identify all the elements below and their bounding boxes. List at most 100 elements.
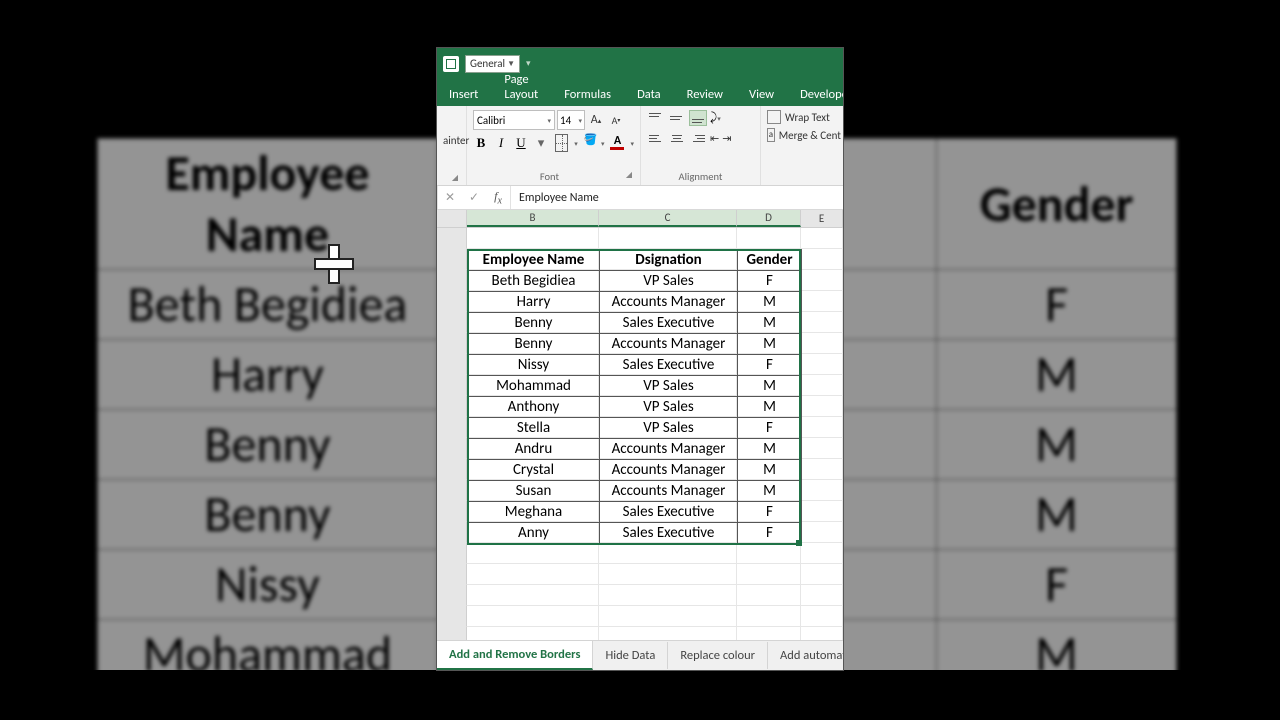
align-left-button[interactable] [647,130,665,146]
cell-designation[interactable]: Accounts Manager [600,481,738,502]
fill-color-button[interactable] [584,135,595,151]
sheet-tab-hide-data[interactable]: Hide Data [593,642,668,669]
cell-gender[interactable]: M [738,481,802,502]
table-row[interactable]: CrystalAccounts ManagerM [468,460,802,481]
cell-designation[interactable]: VP Sales [600,271,738,292]
tab-review[interactable]: Review [681,83,729,106]
cell-gender[interactable]: F [738,523,802,544]
table-row[interactable]: StellaVP SalesF [468,418,802,439]
cell-name[interactable]: Nissy [468,355,600,376]
sheet-tab-replace-colour[interactable]: Replace colour [668,642,768,669]
borders-button[interactable] [555,134,568,152]
cell-name[interactable]: Anny [468,523,600,544]
formula-bar-input[interactable]: Employee Name [511,191,599,205]
tab-data[interactable]: Data [631,83,667,106]
table-row[interactable]: AndruAccounts ManagerM [468,439,802,460]
table-row[interactable]: HarryAccounts ManagerM [468,292,802,313]
insert-function-button[interactable]: fx [486,189,510,206]
cell-designation[interactable]: Sales Executive [600,523,738,544]
header-designation[interactable]: Dsignation [600,250,738,271]
header-name[interactable]: Employee Name [468,250,600,271]
cell-gender[interactable]: M [738,292,802,313]
cell-name[interactable]: Anthony [468,397,600,418]
enter-formula-button[interactable]: ✓ [462,190,486,205]
align-middle-button[interactable] [668,110,686,126]
cell-designation[interactable]: Sales Executive [600,355,738,376]
table-row[interactable]: Beth BegidieaVP SalesF [468,271,802,292]
header-gender[interactable]: Gender [738,250,802,271]
cancel-formula-button[interactable]: ✕ [438,190,462,205]
column-header-d[interactable]: D [737,210,801,227]
cell-name[interactable]: Crystal [468,460,600,481]
select-all-corner[interactable] [437,210,467,227]
sheet-tab-add-remove-borders[interactable]: Add and Remove Borders [437,641,593,670]
cell-gender[interactable]: M [738,334,802,355]
cell-gender[interactable]: M [738,460,802,481]
wrap-text-button[interactable]: Wrap Text [767,110,841,124]
shrink-font-button[interactable]: A▾ [607,110,625,130]
orientation-button[interactable]: ⤸▾ [710,111,721,125]
cell-designation[interactable]: VP Sales [600,397,738,418]
cell-gender[interactable]: F [738,355,802,376]
tab-page-layout[interactable]: Page Layout [498,68,544,106]
bold-button[interactable]: B [473,134,489,152]
cell-gender[interactable]: F [738,418,802,439]
cell-name[interactable]: Andru [468,439,600,460]
align-right-button[interactable] [689,130,707,146]
table-row[interactable]: SusanAccounts ManagerM [468,481,802,502]
column-header-e[interactable]: E [801,210,843,227]
table-row[interactable]: MohammadVP SalesM [468,376,802,397]
tab-view[interactable]: View [743,83,780,106]
cell-gender[interactable]: M [738,439,802,460]
table-row[interactable]: BennySales ExecutiveM [468,313,802,334]
underline-button[interactable]: U [513,134,529,152]
cell-designation[interactable]: Accounts Manager [600,334,738,355]
cell-designation[interactable]: Accounts Manager [600,292,738,313]
align-center-button[interactable] [668,130,686,146]
sheet-tab-add-automatic[interactable]: Add automatic S [768,642,843,669]
cell-designation[interactable]: VP Sales [600,376,738,397]
cell-gender[interactable]: F [738,502,802,523]
cell-name[interactable]: Susan [468,481,600,502]
cell-name[interactable]: Beth Begidiea [468,271,600,292]
save-icon[interactable] [443,56,459,72]
cell-gender[interactable]: M [738,376,802,397]
merge-center-button[interactable]: Merge & Cent [767,128,841,142]
cell-name[interactable]: Benny [468,334,600,355]
table-row[interactable]: AnthonyVP SalesM [468,397,802,418]
table-row[interactable]: NissySales ExecutiveF [468,355,802,376]
grow-font-button[interactable]: A▴ [587,110,605,130]
dialog-launcher-icon[interactable]: ◢ [452,173,458,183]
cell-gender[interactable]: F [738,271,802,292]
italic-button[interactable]: I [493,134,509,152]
column-header-b[interactable]: B [467,210,599,227]
tab-developer[interactable]: Developer [794,83,843,106]
cell-designation[interactable]: Accounts Manager [600,439,738,460]
format-painter-button[interactable]: ainter [443,134,460,147]
cell-name[interactable]: Benny [468,313,600,334]
employee-table[interactable]: Employee Name Dsignation Gender Beth Beg… [467,249,802,544]
table-row[interactable]: AnnySales ExecutiveF [468,523,802,544]
cell-designation[interactable]: Sales Executive [600,502,738,523]
decrease-indent-button[interactable]: ⇤ [710,132,719,145]
dialog-launcher-icon[interactable]: ◢ [626,170,632,180]
cell-name[interactable]: Harry [468,292,600,313]
increase-indent-button[interactable]: ⇥ [722,132,731,145]
table-row[interactable]: MeghanaSales ExecutiveF [468,502,802,523]
align-bottom-button[interactable] [689,110,707,126]
font-size-dropdown[interactable]: 14▾ [557,110,585,130]
font-name-dropdown[interactable]: Calibri▾ [473,110,555,130]
cell-gender[interactable]: M [738,397,802,418]
underline-chevron-icon[interactable]: ▾ [533,134,549,152]
cell-designation[interactable]: VP Sales [600,418,738,439]
table-row[interactable]: BennyAccounts ManagerM [468,334,802,355]
spreadsheet-grid[interactable]: B C D E Employee Name Dsignation Gender … [437,210,843,640]
cell-designation[interactable]: Sales Executive [600,313,738,334]
cell-name[interactable]: Stella [468,418,600,439]
align-top-button[interactable] [647,110,665,126]
tab-formulas[interactable]: Formulas [558,83,617,106]
column-header-c[interactable]: C [599,210,737,227]
cell-name[interactable]: Meghana [468,502,600,523]
tab-insert[interactable]: Insert [443,83,484,106]
cell-name[interactable]: Mohammad [468,376,600,397]
